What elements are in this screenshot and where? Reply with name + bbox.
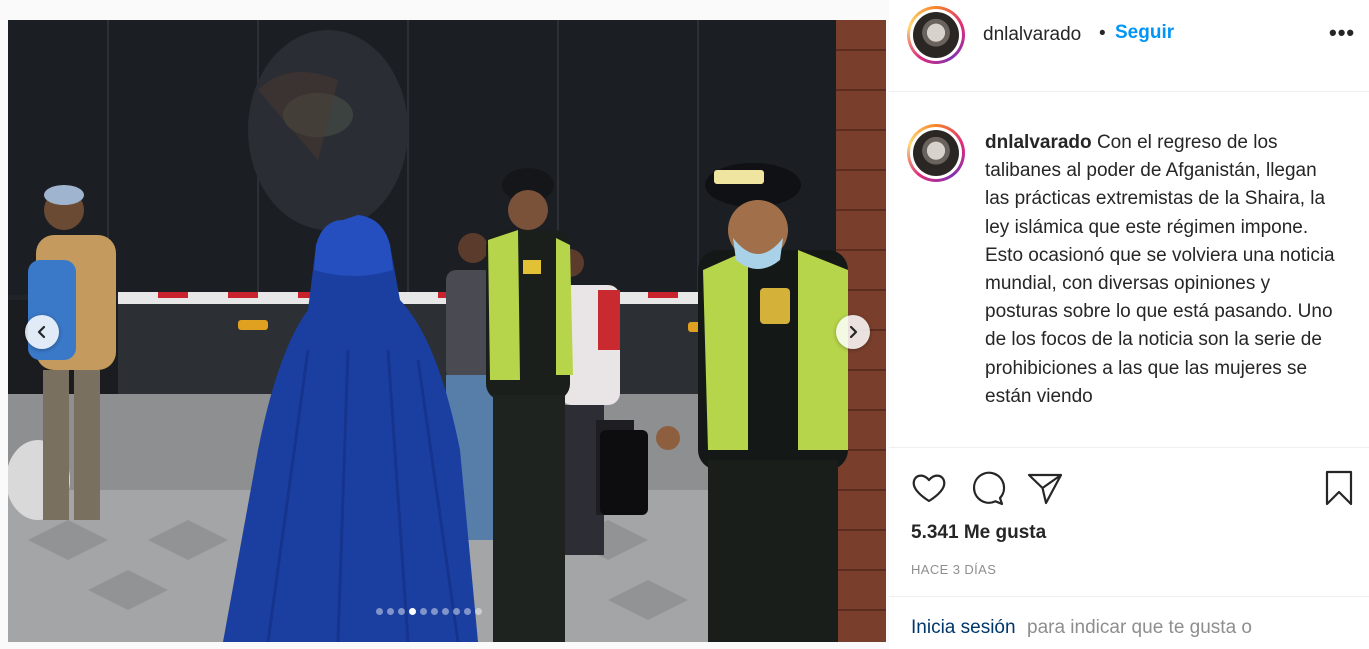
post-media[interactable] xyxy=(8,20,886,642)
author-username[interactable]: dnlalvarado xyxy=(983,24,1081,46)
carousel-dot xyxy=(420,608,427,615)
carousel-dot xyxy=(475,608,482,615)
post-side-panel: dnlalvarado • Seguir ••• dnlalvarado Con… xyxy=(889,0,1369,649)
carousel-next-button[interactable] xyxy=(836,315,870,349)
carousel-dot xyxy=(431,608,438,615)
login-link[interactable]: Inicia sesión xyxy=(911,617,1016,639)
carousel-dot xyxy=(442,608,449,615)
post-photo xyxy=(8,20,886,642)
likes-count[interactable]: 5.341 Me gusta xyxy=(911,522,1046,544)
post-caption: dnlalvarado Con el regreso de los taliba… xyxy=(889,92,1369,448)
login-prompt: Inicia sesión para indicar que te gusta … xyxy=(889,596,1369,649)
caption-avatar[interactable] xyxy=(907,124,965,182)
comment-icon[interactable] xyxy=(967,468,1007,508)
instagram-post-page: dnlalvarado • Seguir ••• dnlalvarado Con… xyxy=(0,0,1369,649)
carousel-dot xyxy=(387,608,394,615)
chevron-right-icon xyxy=(849,325,858,339)
carousel-dot xyxy=(398,608,405,615)
carousel-dot xyxy=(409,608,416,615)
post-date: HACE 3 DÍAS xyxy=(911,562,997,577)
caption-text-paragraph-2: Esto ocasionó que se volviera una notici… xyxy=(985,244,1335,407)
more-options-icon[interactable]: ••• xyxy=(1329,20,1355,46)
carousel-prev-button[interactable] xyxy=(25,315,59,349)
post-header: dnlalvarado • Seguir ••• xyxy=(889,0,1369,92)
chevron-left-icon xyxy=(37,325,46,339)
carousel-dot xyxy=(464,608,471,615)
carousel-dot xyxy=(376,608,383,615)
bookmark-icon[interactable] xyxy=(1319,468,1359,508)
author-avatar[interactable] xyxy=(907,6,965,64)
caption-username[interactable]: dnlalvarado xyxy=(985,132,1092,153)
post-actions xyxy=(889,462,1369,512)
carousel-dot xyxy=(453,608,460,615)
login-prompt-text: para indicar que te gusta o xyxy=(1027,617,1252,638)
follow-button[interactable]: Seguir xyxy=(1115,22,1174,44)
carousel-indicator xyxy=(376,608,482,615)
separator-dot: • xyxy=(1099,23,1106,44)
heart-icon[interactable] xyxy=(909,468,949,508)
caption-body: dnlalvarado Con el regreso de los taliba… xyxy=(985,129,1345,411)
paper-plane-icon[interactable] xyxy=(1025,468,1065,508)
